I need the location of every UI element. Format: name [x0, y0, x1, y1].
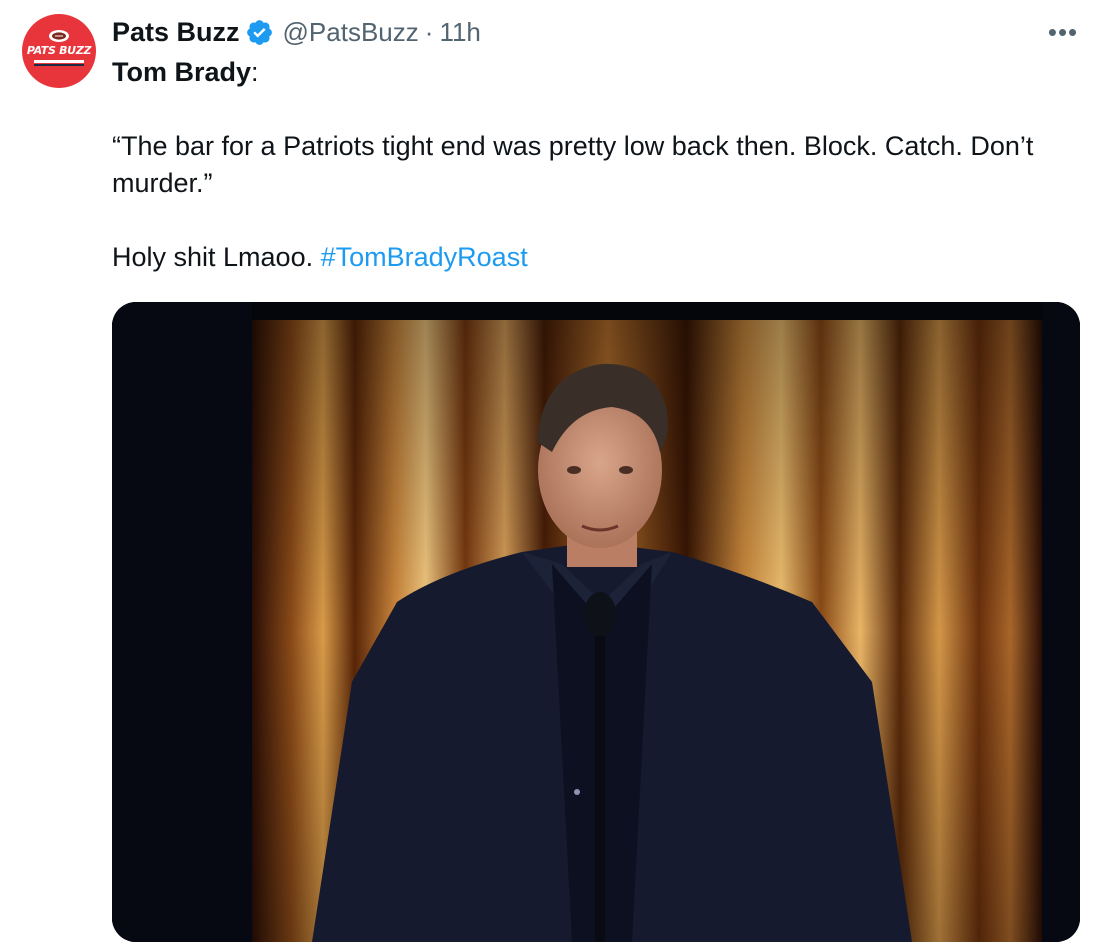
timestamp[interactable]: 11h — [439, 17, 480, 48]
avatar-label: PATS BUZZ — [26, 44, 92, 57]
tweet-header: Pats Buzz @PatsBuzz · 11h — [112, 14, 481, 50]
stage-photo — [112, 302, 1080, 942]
display-name[interactable]: Pats Buzz — [112, 17, 240, 48]
more-options-icon[interactable]: ••• — [1040, 16, 1086, 48]
quoted-person-colon: : — [251, 57, 259, 87]
verified-badge-icon[interactable] — [245, 18, 274, 47]
avatar[interactable]: PATS BUZZ — [22, 14, 96, 88]
comment-text: Holy shit Lmaoo. — [112, 242, 314, 272]
tweet-text: Tom Brady: “The bar for a Patriots tight… — [112, 54, 1072, 276]
quoted-person-name: Tom Brady — [112, 57, 252, 87]
quote-text: “The bar for a Patriots tight end was pr… — [112, 131, 1034, 198]
hashtag-link[interactable]: #TomBradyRoast — [321, 242, 528, 272]
tweet-media-photo[interactable] — [112, 302, 1080, 942]
user-handle[interactable]: @PatsBuzz — [283, 17, 419, 48]
separator-dot: · — [424, 16, 434, 47]
quoted-person: Tom Brady: — [112, 54, 1072, 91]
comment-line: Holy shit Lmaoo. #TomBradyRoast — [112, 239, 1072, 276]
tweet-card[interactable]: PATS BUZZ Pats Buzz @PatsBuzz · 11h ••• … — [0, 0, 1116, 942]
